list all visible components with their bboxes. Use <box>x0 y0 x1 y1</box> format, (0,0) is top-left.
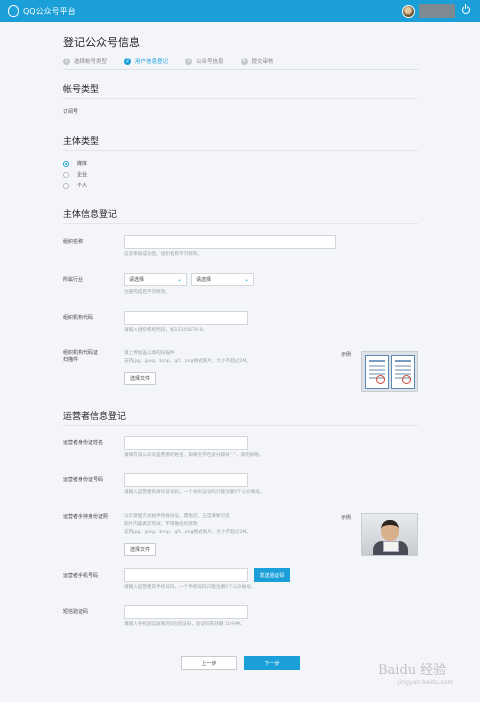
org-code-hint: 请输入组织机构代码，如12345678-9。 <box>124 328 208 333</box>
org-scan-label-line1: 组织机构代码证 <box>63 350 99 356</box>
divider <box>63 425 418 426</box>
operator-id-label: 运营者身份证号码 <box>63 477 104 483</box>
radio-button[interactable] <box>63 182 69 189</box>
section-title-subject-info: 主体信息登记 <box>63 210 118 220</box>
baidu-watermark: Baidu 经验 <box>378 663 447 678</box>
person-head <box>381 520 399 541</box>
phone-input[interactable] <box>124 568 248 582</box>
id-photo-hint-3: 支持jpg、jpeg、bmp、gif、png格式照片，大小不超过2M。 <box>124 530 251 535</box>
section-title-account-type: 帐号类型 <box>63 85 100 95</box>
step-number: 4 <box>240 57 248 65</box>
org-scan-label-line2: 扫描件 <box>63 357 79 363</box>
section-title-subject-type: 主体类型 <box>63 137 100 147</box>
baidu-watermark-url: jingyan.baidu.com <box>398 679 454 686</box>
sms-code-input[interactable] <box>124 605 248 619</box>
user-avatar[interactable] <box>402 5 415 18</box>
radio-label: 企业 <box>77 172 88 178</box>
example-label: 示例 <box>341 515 352 521</box>
step-2-active: 2 用户信息登记 <box>124 57 168 65</box>
org-scan-choose-file-button[interactable]: 选择文件 <box>124 372 156 385</box>
org-code-input[interactable] <box>124 311 248 325</box>
chevron-down-icon: ⌄ <box>243 276 249 283</box>
phone-hint: 请输入运营者的手机号码，一个手机号码只能注册5个公众帐号。 <box>124 585 256 590</box>
step-4: 4 提交审核 <box>240 57 274 65</box>
operator-id-hint: 请输入运营者的身份证号码，一个身份证号码只能注册5个公众帐号。 <box>124 490 265 495</box>
step-number: 3 <box>185 57 193 65</box>
step-label: 选择帐号类型 <box>74 59 108 65</box>
select-value: 请选择 <box>129 277 145 283</box>
operator-name-hint: 请填写该公众号运营者的姓名，如果名字包含分隔号“·”，请勿省略。 <box>124 453 264 458</box>
step-number: 2 <box>124 57 132 65</box>
example-certificate-image <box>361 351 418 392</box>
step-label: 用户信息登记 <box>135 59 169 65</box>
send-code-button[interactable]: 发送验证码 <box>254 568 290 582</box>
phone-label: 运营者手机号码 <box>63 573 99 579</box>
account-type-value: 订阅号 <box>63 109 79 115</box>
id-photo-hint-1: 以示意图方式拍手持身份证，需免冠，五官清晰可见 <box>124 514 230 519</box>
id-card <box>383 541 399 552</box>
divider <box>63 69 418 70</box>
step-indicator: 1 选择帐号类型 2 用户信息登记 3 公众号信息 4 提交审核 <box>63 57 291 65</box>
radio-individual[interactable]: 个人 <box>63 182 87 189</box>
logout-power-icon[interactable] <box>462 4 470 14</box>
operator-name-input[interactable] <box>124 436 248 450</box>
radio-enterprise[interactable]: 企业 <box>63 171 87 178</box>
industry-hint: 注册完成后不可修改。 <box>124 290 170 295</box>
org-scan-label: 组织机构代码证 扫描件 <box>63 350 98 364</box>
divider <box>63 98 418 99</box>
divider <box>63 223 418 224</box>
step-3: 3 公众号信息 <box>185 57 224 65</box>
chevron-down-icon: ⌄ <box>176 276 182 283</box>
org-name-label: 组织名称 <box>63 239 84 245</box>
top-bar: QQ公众号平台 <box>0 0 480 22</box>
radio-button[interactable] <box>63 160 69 167</box>
select-value: 请选择 <box>196 277 212 283</box>
brand-logo[interactable]: QQ公众号平台 <box>8 4 76 18</box>
example-id-photo-image <box>361 513 418 556</box>
previous-step-button[interactable]: 上一步 <box>181 656 237 670</box>
industry-select-primary[interactable]: 请选择 ⌄ <box>124 273 187 286</box>
radio-label: 媒体 <box>77 161 88 167</box>
org-scan-hint-2: 支持jpg、jpeg、bmp、gif、png格式照片，大小不超过2M。 <box>124 359 251 364</box>
radio-button[interactable] <box>63 171 69 178</box>
industry-select-secondary[interactable]: 请选择 ⌄ <box>191 273 254 286</box>
id-photo-hint-2: 照片内容真实有效，不得做任何修改 <box>124 522 198 527</box>
id-photo-label: 运营者手持身份证照 <box>63 514 109 520</box>
operator-name-label: 运营者身份证姓名 <box>63 440 104 446</box>
certificate-sheet <box>365 355 389 389</box>
radio-media[interactable]: 媒体 <box>63 160 87 167</box>
qq-penguin-icon <box>8 5 19 17</box>
id-photo-choose-file-button[interactable]: 选择文件 <box>124 543 156 556</box>
step-1: 1 选择帐号类型 <box>63 57 107 65</box>
operator-id-input[interactable] <box>124 473 248 487</box>
section-title-operator-info: 运营者信息登记 <box>63 412 127 422</box>
divider <box>63 150 418 151</box>
username-redacted[interactable] <box>419 4 455 18</box>
example-label: 示例 <box>341 352 352 358</box>
next-step-button[interactable]: 下一步 <box>244 656 300 670</box>
radio-label: 个人 <box>77 183 88 189</box>
org-name-hint: 信息审核成功后，组织名称不可修改。 <box>124 252 203 257</box>
sms-code-label: 短信验证码 <box>63 609 89 615</box>
certificate-sheet <box>391 355 415 389</box>
org-name-input[interactable] <box>124 235 336 249</box>
sms-code-hint: 请输入手机短信收到的6位验证码，验证码有效期 10分钟。 <box>124 622 245 627</box>
org-code-label: 组织机构代码 <box>63 315 94 321</box>
industry-label: 所属行业 <box>63 277 84 283</box>
step-label: 提交审核 <box>251 59 274 65</box>
org-scan-hint-1: 请上传加盖公章的扫描件 <box>124 351 175 356</box>
step-label: 公众号信息 <box>196 59 224 65</box>
page-title: 登记公众号信息 <box>63 36 140 49</box>
step-number: 1 <box>63 57 70 65</box>
brand-name: QQ公众号平台 <box>23 6 76 16</box>
